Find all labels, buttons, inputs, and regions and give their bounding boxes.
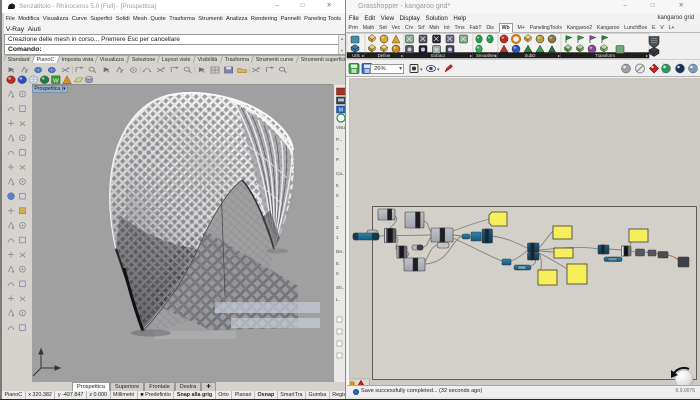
svg-text:SubD: SubD	[525, 53, 536, 58]
svg-text:W: W	[53, 78, 59, 84]
svg-text:M: M	[339, 108, 343, 114]
svg-text:▸: ▸	[401, 53, 403, 58]
svg-text:De..: De..	[336, 249, 344, 254]
svg-text:▸: ▸	[495, 53, 497, 58]
svg-text:3: 3	[336, 215, 339, 220]
svg-text:?: ?	[336, 147, 339, 152]
svg-text:0: 0	[336, 271, 339, 276]
svg-text:▸: ▸	[362, 53, 364, 58]
svg-text:Define: Define	[378, 53, 391, 58]
svg-text:Utls: Utls	[352, 53, 360, 58]
svg-text:2: 2	[336, 225, 339, 230]
svg-text:▾: ▾	[437, 67, 440, 73]
svg-text:Smoothen: Smoothen	[476, 53, 497, 58]
svg-text:L.: L.	[336, 297, 340, 302]
svg-text:▸: ▸	[646, 53, 648, 58]
svg-text:5.: 5.	[336, 261, 340, 266]
svg-text:1: 1	[336, 235, 339, 240]
svg-text:▾: ▾	[420, 67, 423, 73]
svg-text:P.: P.	[336, 157, 340, 162]
svg-text:...: ...	[336, 203, 340, 208]
svg-text:Sh..: Sh..	[336, 285, 344, 290]
svg-text:5: 5	[336, 183, 339, 188]
svg-text:▸: ▸	[558, 53, 560, 58]
svg-text:P...: P...	[336, 137, 342, 142]
svg-text:Transform: Transform	[595, 53, 615, 58]
svg-text:▸: ▸	[470, 53, 472, 58]
svg-text:0: 0	[336, 193, 339, 198]
svg-text:Ca..: Ca..	[336, 171, 344, 176]
